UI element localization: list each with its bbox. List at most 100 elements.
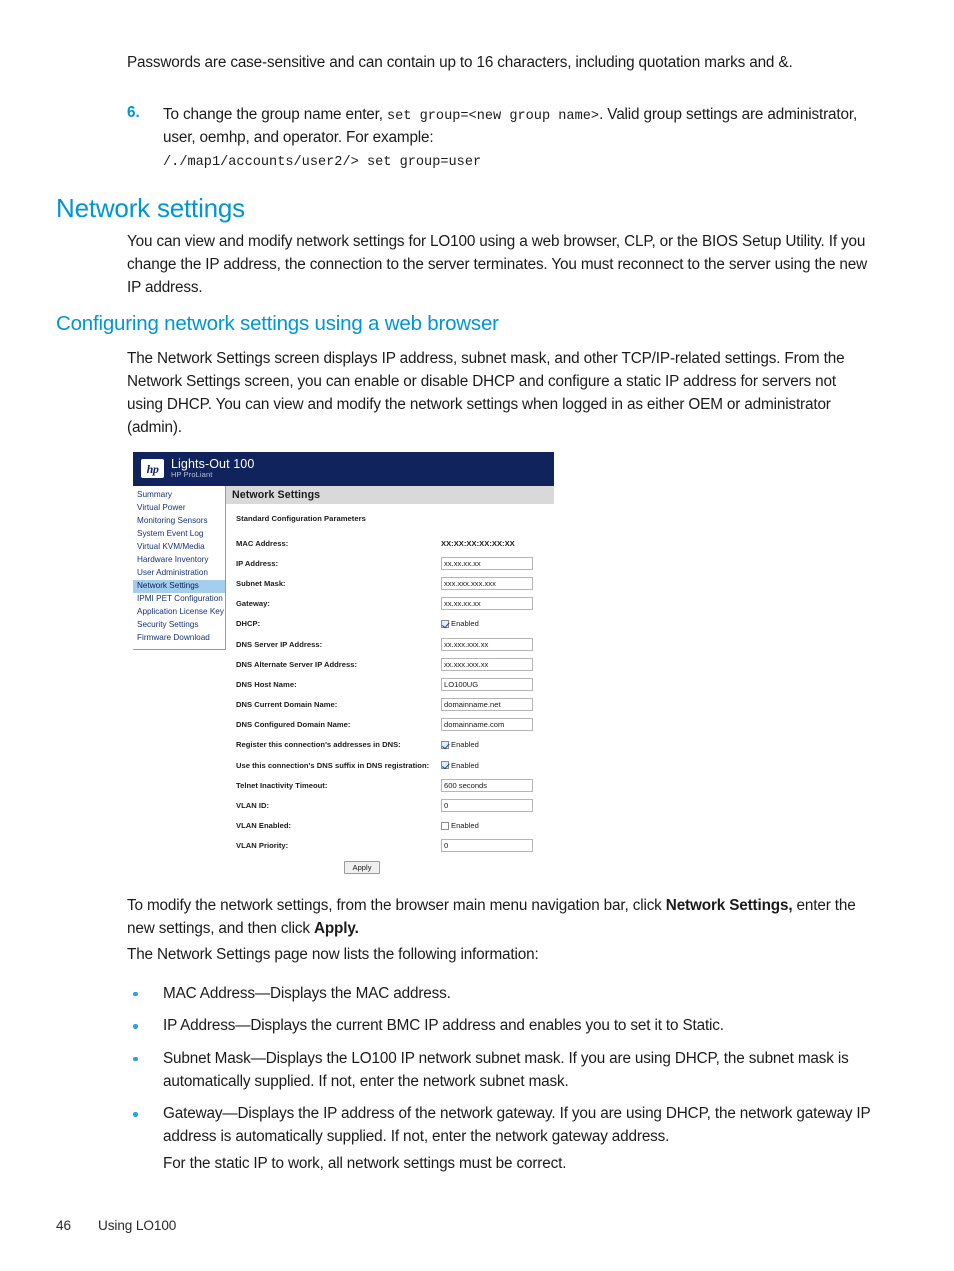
static-ip-note: For the static IP to work, all network s… bbox=[163, 1155, 567, 1173]
field-row-dns-suffix-registration: Use this connection's DNS suffix in DNS … bbox=[236, 755, 554, 775]
page-title-network-settings: Network settings bbox=[56, 193, 245, 223]
sidebar-item-application-license-key[interactable]: Application License Key bbox=[133, 606, 225, 619]
sidebar-item-monitoring-sensors[interactable]: Monitoring Sensors bbox=[133, 515, 225, 528]
list-item: Gateway—Displays the IP address of the n… bbox=[127, 1103, 875, 1176]
step-text-before: To change the group name enter, bbox=[163, 106, 387, 123]
field-row-telnet-inactivity-timeout: Telnet Inactivity Timeout: 600 seconds bbox=[236, 775, 554, 795]
label-register-addresses-dns: Register this connection's addresses in … bbox=[236, 740, 401, 750]
modify-instructions: To modify the network settings, from the… bbox=[127, 895, 872, 941]
modify-text-before: To modify the network settings, from the… bbox=[127, 897, 666, 914]
step-body: To change the group name enter, set grou… bbox=[163, 104, 869, 150]
register-addresses-checkbox-label: Enabled bbox=[451, 740, 479, 750]
dns-suffix-checkbox-label: Enabled bbox=[451, 760, 479, 770]
page-footer: 46 Using LO100 bbox=[56, 1218, 176, 1233]
dns-suffix-checkbox-icon[interactable] bbox=[441, 761, 449, 770]
app-body: Summary Virtual Power Monitoring Sensors… bbox=[133, 486, 554, 874]
hp-logo-icon: hp bbox=[141, 459, 164, 478]
label-dns-host-name: DNS Host Name: bbox=[236, 679, 297, 689]
sidebar-item-firmware-download[interactable]: Firmware Download bbox=[133, 632, 225, 645]
label-mac-address: MAC Address: bbox=[236, 538, 289, 548]
modify-emphasis-network-settings: Network Settings, bbox=[665, 897, 793, 914]
field-row-vlan-priority: VLAN Priority: 0 bbox=[236, 836, 554, 856]
app-subtitle: HP ProLiant bbox=[171, 470, 213, 480]
dns-current-domain-input[interactable]: domainname.net bbox=[441, 698, 533, 712]
section-title-configuring: Configuring network settings using a web… bbox=[56, 312, 499, 335]
dns-configured-domain-input[interactable]: domainname.com bbox=[441, 718, 533, 732]
hp-logo-mark: hp bbox=[146, 461, 159, 476]
app-header-bar: hp Lights-Out 100 HP ProLiant bbox=[133, 452, 554, 486]
label-dns-suffix-registration: Use this connection's DNS suffix in DNS … bbox=[236, 760, 430, 770]
footer-chapter: Using LO100 bbox=[98, 1218, 177, 1233]
gateway-input[interactable]: xx.xx.xx.xx bbox=[441, 597, 533, 611]
label-dns-server-ip: DNS Server IP Address: bbox=[236, 639, 323, 649]
network-settings-bullet-list: MAC Address—Displays the MAC address. IP… bbox=[127, 983, 875, 1176]
list-intro: The Network Settings page now lists the … bbox=[127, 946, 539, 963]
sidebar-item-summary[interactable]: Summary bbox=[133, 489, 225, 502]
register-addresses-checkbox-group[interactable]: Enabled bbox=[441, 740, 479, 749]
field-row-gateway: Gateway: xx.xx.xx.xx bbox=[236, 594, 554, 614]
sidebar-item-virtual-kvm-media[interactable]: Virtual KVM/Media bbox=[133, 541, 225, 554]
sidebar-item-user-administration[interactable]: User Administration bbox=[133, 567, 225, 580]
network-settings-intro: You can view and modify network settings… bbox=[127, 233, 868, 296]
label-dns-alternate-server-ip: DNS Alternate Server IP Address: bbox=[236, 659, 358, 669]
dhcp-checkbox-icon[interactable] bbox=[441, 619, 449, 628]
field-row-dhcp: DHCP: Enabled bbox=[236, 614, 554, 634]
app-branding: Lights-Out 100 HP ProLiant bbox=[171, 456, 255, 480]
vlan-priority-input[interactable]: 0 bbox=[441, 839, 533, 853]
vlan-enabled-checkbox-label: Enabled bbox=[451, 821, 479, 831]
field-row-dns-host-name: DNS Host Name: LO100UG bbox=[236, 674, 554, 694]
dhcp-checkbox-group[interactable]: Enabled bbox=[441, 619, 479, 628]
dhcp-checkbox-label: Enabled bbox=[451, 619, 479, 629]
dns-suffix-checkbox-group[interactable]: Enabled bbox=[441, 761, 479, 770]
field-row-ip-address: IP Address: xx.xx.xx.xx bbox=[236, 553, 554, 573]
dns-server-ip-input[interactable]: xx.xxx.xxx.xx bbox=[441, 637, 533, 651]
sidebar-item-ipmi-pet-config[interactable]: IPMI PET Configuration bbox=[133, 593, 225, 606]
vlan-enabled-checkbox-icon[interactable] bbox=[441, 821, 449, 830]
list-item: MAC Address—Displays the MAC address. bbox=[127, 983, 875, 1006]
sidebar-item-system-event-log[interactable]: System Event Log bbox=[133, 528, 225, 541]
label-vlan-enabled: VLAN Enabled: bbox=[236, 821, 292, 831]
step-inline-code: set group=<new group name> bbox=[386, 109, 600, 124]
ip-address-input[interactable]: xx.xx.xx.xx bbox=[441, 556, 533, 570]
sidebar-item-hardware-inventory[interactable]: Hardware Inventory bbox=[133, 554, 225, 567]
app-title: Lights-Out 100 bbox=[171, 456, 255, 471]
vlan-enabled-checkbox-group[interactable]: Enabled bbox=[441, 821, 479, 830]
sidebar-item-virtual-power[interactable]: Virtual Power bbox=[133, 502, 225, 515]
telnet-inactivity-timeout-input[interactable]: 600 seconds bbox=[441, 778, 533, 792]
list-item: Subnet Mask—Displays the LO100 IP networ… bbox=[127, 1048, 875, 1094]
configuring-intro: The Network Settings screen displays IP … bbox=[127, 350, 845, 436]
field-row-mac-address: MAC Address: XX:XX:XX:XX:XX:XX bbox=[236, 533, 554, 553]
passwords-note: Passwords are case-sensitive and can con… bbox=[127, 54, 793, 71]
sidebar-item-security-settings[interactable]: Security Settings bbox=[133, 619, 225, 632]
app-sidebar-nav: Summary Virtual Power Monitoring Sensors… bbox=[133, 486, 226, 651]
numbered-step-6: 6. To change the group name enter, set g… bbox=[127, 104, 869, 150]
cli-example: /./map1/accounts/user2/> set group=user bbox=[163, 155, 482, 170]
vlan-id-input[interactable]: 0 bbox=[441, 799, 533, 813]
label-telnet-inactivity-timeout: Telnet Inactivity Timeout: bbox=[236, 780, 328, 790]
label-subnet-mask: Subnet Mask: bbox=[236, 578, 286, 588]
field-row-dns-current-domain: DNS Current Domain Name: domainname.net bbox=[236, 695, 554, 715]
panel-title: Network Settings bbox=[226, 486, 554, 504]
label-gateway: Gateway: bbox=[236, 599, 270, 609]
network-settings-list-section: The Network Settings page now lists the … bbox=[127, 944, 875, 1186]
label-dns-configured-domain: DNS Configured Domain Name: bbox=[236, 720, 351, 730]
panel-subtitle: Standard Configuration Parameters bbox=[236, 514, 366, 523]
register-addresses-checkbox-icon[interactable] bbox=[441, 740, 449, 749]
value-mac-address: XX:XX:XX:XX:XX:XX bbox=[441, 538, 515, 548]
field-row-vlan-enabled: VLAN Enabled: Enabled bbox=[236, 816, 554, 836]
subnet-mask-input[interactable]: xxx.xxx.xxx.xxx bbox=[441, 576, 533, 590]
field-row-dns-server-ip: DNS Server IP Address: xx.xxx.xxx.xx bbox=[236, 634, 554, 654]
network-settings-form: MAC Address: XX:XX:XX:XX:XX:XX IP Addres… bbox=[230, 523, 554, 874]
sidebar-item-network-settings[interactable]: Network Settings bbox=[133, 580, 225, 594]
label-ip-address: IP Address: bbox=[236, 558, 278, 568]
dns-alternate-server-ip-input[interactable]: xx.xxx.xxx.xx bbox=[441, 657, 533, 671]
dns-host-name-input[interactable]: LO100UG bbox=[441, 677, 533, 691]
step-number: 6. bbox=[127, 104, 140, 121]
apply-button[interactable]: Apply bbox=[344, 861, 380, 874]
field-row-subnet-mask: Subnet Mask: xxx.xxx.xxx.xxx bbox=[236, 573, 554, 593]
label-vlan-id: VLAN ID: bbox=[236, 801, 270, 811]
modify-emphasis-apply: Apply. bbox=[313, 919, 359, 937]
label-dns-current-domain: DNS Current Domain Name: bbox=[236, 700, 338, 710]
field-row-vlan-id: VLAN ID: 0 bbox=[236, 795, 554, 815]
embedded-screenshot-network-settings: hp Lights-Out 100 HP ProLiant Summary Vi… bbox=[133, 452, 554, 876]
